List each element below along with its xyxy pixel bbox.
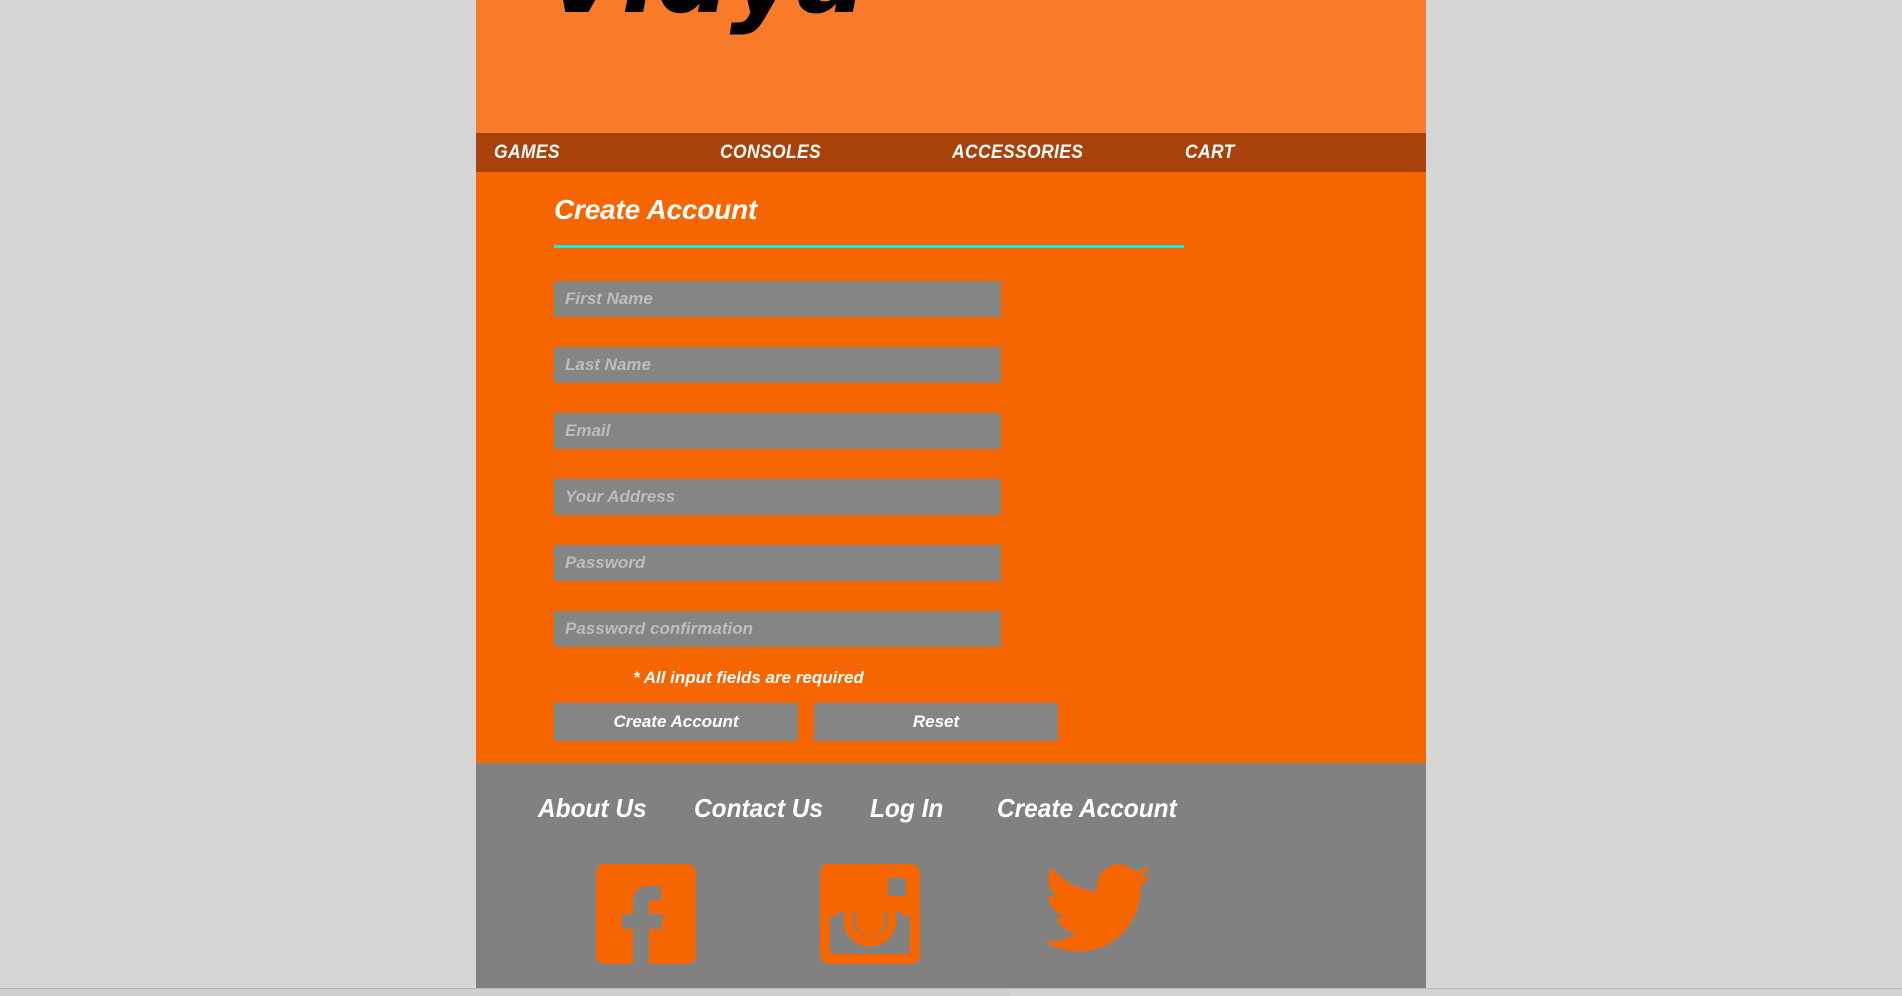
nav-item-consoles[interactable]: CONSOLES	[720, 142, 933, 164]
create-account-form: Create Account * All input fields are re…	[476, 172, 1426, 741]
social-link-instagram[interactable]	[820, 864, 920, 964]
browser-viewport: Vidya GAMES CONSOLES ACCESSORIES CART Cr…	[0, 0, 1902, 988]
footer-link-create-account[interactable]: Create Account	[997, 793, 1185, 824]
email-input[interactable]	[554, 413, 1001, 449]
footer-link-about-us[interactable]: About Us	[538, 793, 685, 824]
required-fields-note: * All input fields are required	[633, 668, 864, 687]
footer-link-contact-us[interactable]: Contact Us	[694, 793, 859, 824]
main-navigation: GAMES CONSOLES ACCESSORIES CART	[476, 133, 1426, 172]
social-link-twitter[interactable]	[1044, 864, 1152, 964]
site-footer: About Us Contact Us Log In Create Accoun…	[476, 763, 1426, 988]
site-header: Vidya	[476, 0, 1426, 133]
site-logo[interactable]: Vidya	[544, 0, 867, 31]
horizontal-scrollbar-thumb[interactable]	[0, 989, 1010, 996]
title-underline-rule	[554, 245, 1184, 248]
twitter-icon	[1044, 864, 1152, 952]
footer-link-log-in[interactable]: Log In	[870, 793, 989, 824]
nav-item-cart[interactable]: CART	[1185, 142, 1314, 164]
site-container: Vidya GAMES CONSOLES ACCESSORIES CART Cr…	[476, 0, 1426, 988]
create-account-button[interactable]: Create Account	[554, 703, 798, 741]
last-name-input[interactable]	[554, 347, 1001, 383]
social-links-row	[476, 864, 1426, 964]
first-name-input[interactable]	[554, 281, 1001, 317]
reset-button[interactable]: Reset	[814, 703, 1058, 741]
nav-item-games[interactable]: GAMES	[494, 142, 702, 164]
address-input[interactable]	[554, 479, 1001, 515]
social-link-facebook[interactable]	[596, 864, 696, 964]
nav-item-accessories[interactable]: ACCESSORIES	[952, 142, 1166, 164]
form-button-row: Create Account Reset	[554, 703, 1426, 741]
page-title: Create Account	[554, 194, 758, 225]
footer-navigation: About Us Contact Us Log In Create Accoun…	[476, 793, 1426, 824]
password-confirmation-input[interactable]	[554, 611, 1001, 647]
facebook-icon	[596, 864, 696, 964]
main-content: Create Account * All input fields are re…	[476, 172, 1426, 763]
password-input[interactable]	[554, 545, 1001, 581]
horizontal-scrollbar[interactable]	[0, 988, 1902, 996]
instagram-icon	[820, 864, 920, 964]
